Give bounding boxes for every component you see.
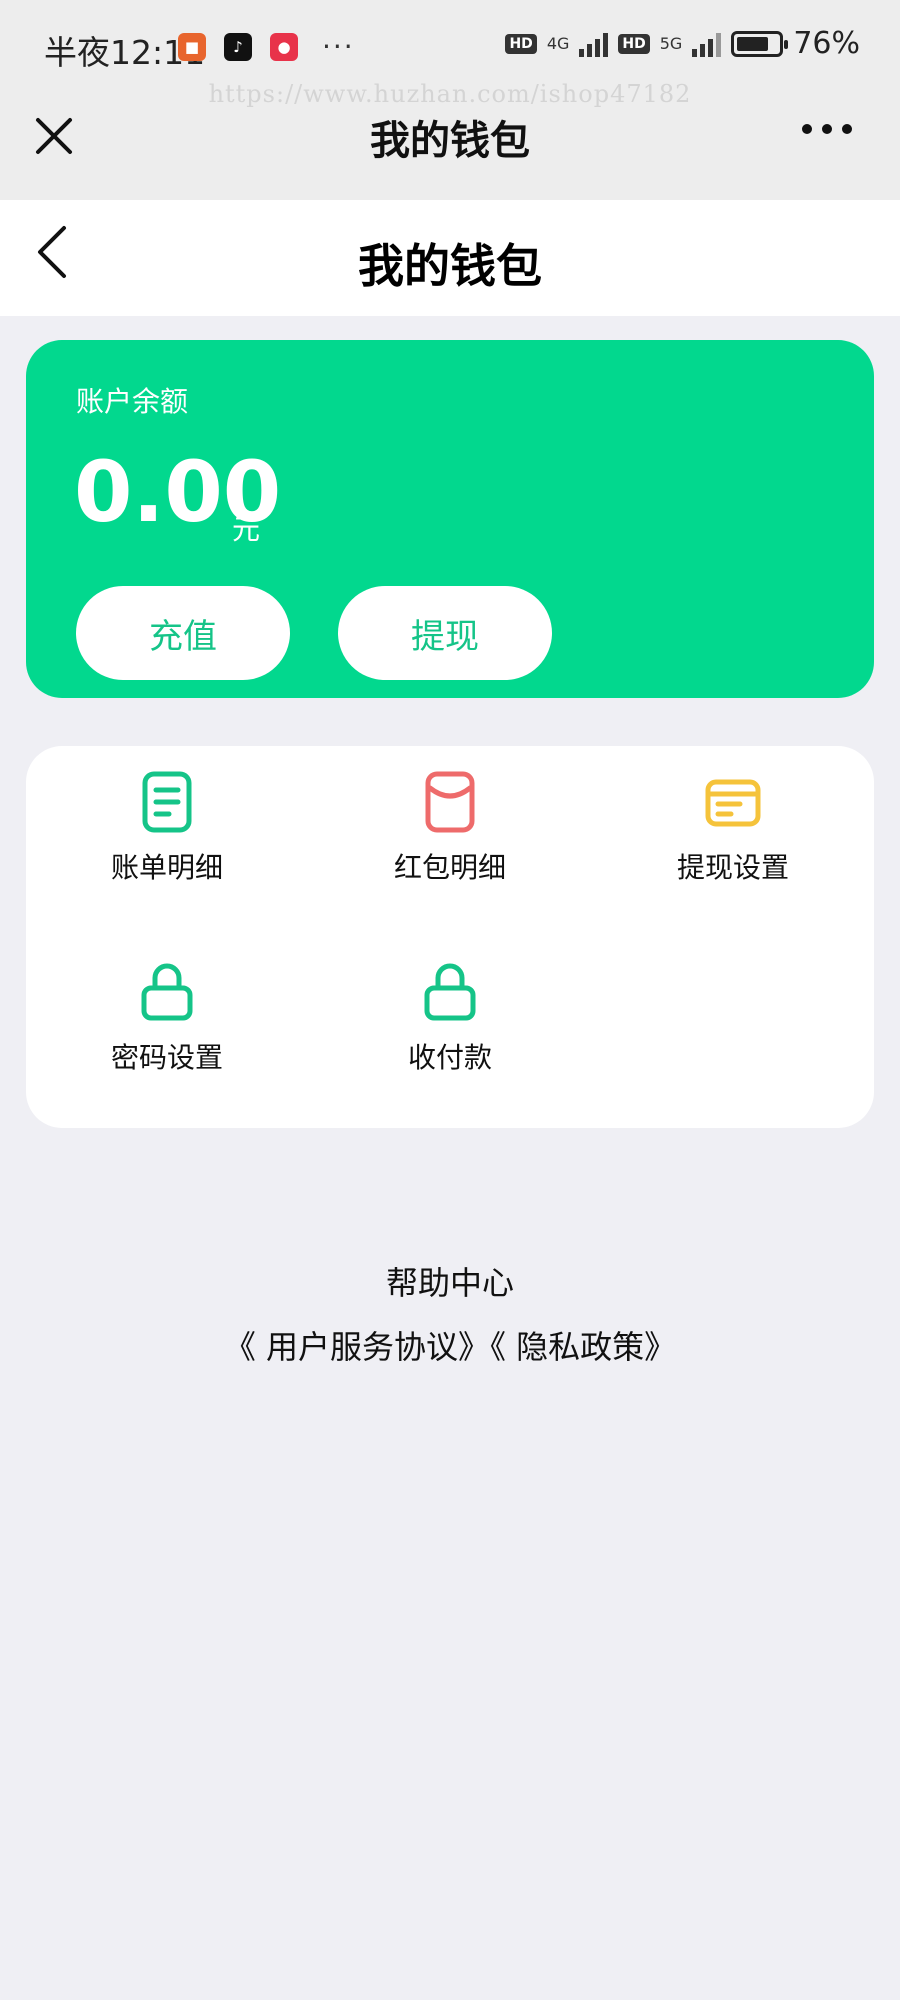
- notification-icons: ■ ♪ ● ···: [178, 30, 355, 63]
- balance-card: 账户余额 0.00 元 充值 提现: [26, 340, 874, 698]
- battery-icon: [731, 30, 789, 57]
- document-icon: [142, 771, 192, 833]
- signal-icon: [579, 31, 609, 57]
- status-right: HD 4G HD 5G 76%: [505, 26, 860, 61]
- more-icon[interactable]: [802, 124, 852, 134]
- menu-label: 账单明细: [110, 851, 223, 884]
- user-agreement-link[interactable]: 《 用户服务协议》: [224, 1328, 490, 1366]
- lock-icon: [141, 963, 193, 1021]
- menu-label: 密码设置: [110, 1041, 223, 1074]
- wallet-menu: 账单明细 红包明细 提现设置 密码设置 收付款: [26, 746, 874, 1128]
- host-title: 我的钱包: [370, 118, 530, 164]
- hd-icon: HD: [505, 33, 537, 54]
- legal-links: 《 用户服务协议》《 隐私政策》: [0, 1322, 900, 1368]
- withdraw-button[interactable]: 提现: [338, 586, 552, 680]
- more-notifications-icon: ···: [322, 30, 355, 63]
- page-header: 我的钱包: [0, 200, 900, 316]
- balance-label: 账户余额: [76, 385, 189, 418]
- menu-item-withdraw-settings[interactable]: 提现设置: [592, 746, 874, 896]
- help-center-link[interactable]: 帮助中心: [0, 1258, 900, 1304]
- page-title: 我的钱包: [358, 239, 542, 293]
- hd-icon-2: HD: [618, 33, 650, 54]
- menu-item-payments[interactable]: 收付款: [309, 936, 591, 1086]
- card-icon: [705, 779, 761, 827]
- tiktok-icon: ♪: [224, 32, 252, 61]
- lock-icon: [424, 963, 476, 1021]
- menu-item-password-settings[interactable]: 密码设置: [26, 936, 308, 1086]
- battery-percent: 76%: [793, 26, 860, 61]
- menu-label: 红包明细: [393, 851, 506, 884]
- balance-unit: 元: [232, 513, 261, 546]
- recharge-button[interactable]: 充值: [76, 586, 290, 680]
- xiaohongshu-icon: ●: [270, 32, 298, 61]
- signal-icon-2: [692, 31, 722, 57]
- watermark: https://www.huzhan.com/ishop47182: [208, 80, 692, 108]
- video-app-icon: ■: [178, 32, 206, 61]
- host-nav-bar: 我的钱包: [0, 96, 900, 200]
- network-4g: 4G: [546, 34, 570, 53]
- menu-item-red-envelope-details[interactable]: 红包明细: [309, 746, 591, 896]
- menu-item-bill-details[interactable]: 账单明细: [26, 746, 308, 896]
- privacy-policy-link[interactable]: 《 隐私政策》: [490, 1328, 676, 1366]
- red-envelope-icon: [425, 771, 475, 833]
- menu-label: 收付款: [407, 1041, 492, 1074]
- network-5g: 5G: [659, 34, 683, 53]
- menu-label: 提现设置: [676, 851, 789, 884]
